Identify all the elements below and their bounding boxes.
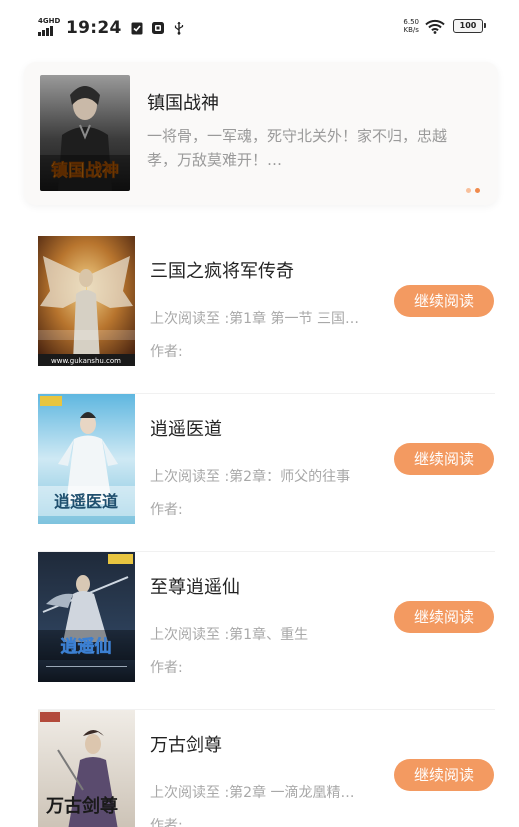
carousel-indicator xyxy=(466,188,480,193)
app-notification-icon xyxy=(151,22,164,34)
list-item[interactable]: 万古剑尊 万古剑尊 上次阅读至 :第2章 一滴龙凰精… 作者: 继续阅读 xyxy=(0,710,519,827)
book-cover[interactable]: www.gukanshu.com xyxy=(38,236,135,366)
carousel-dot-active xyxy=(475,188,480,193)
status-right: 6.50 KB/s 100 xyxy=(403,18,486,34)
network-speed: 6.50 KB/s xyxy=(403,18,419,34)
continue-reading-button[interactable]: 继续阅读 xyxy=(394,759,494,791)
usb-icon xyxy=(174,21,183,35)
book-last-read: 上次阅读至 :第2章 一滴龙凰精… xyxy=(150,785,355,801)
featured-book-cover[interactable]: 镇国战神 xyxy=(40,75,130,191)
book-last-read: 上次阅读至 :第2章：师父的往事 xyxy=(150,469,351,485)
featured-cover-art: 镇国战神 xyxy=(40,75,130,191)
book-author: 作者: xyxy=(150,344,183,360)
book-title[interactable]: 万古剑尊 xyxy=(150,731,222,757)
list-item[interactable]: 逍遥仙 至尊逍遥仙 上次阅读至 :第1章、重生 作者: 继续阅读 xyxy=(0,552,519,710)
featured-book-banner[interactable]: 镇国战神 镇国战神 一将骨，一军魂，死守北关外！家不归，忠越孝，万敌莫难开！… xyxy=(24,62,498,205)
book-cover[interactable]: 逍遥仙 xyxy=(38,552,135,682)
book-cover-title: 万古剑尊 xyxy=(45,795,118,817)
book-cover-site: www.gukanshu.com xyxy=(51,357,121,365)
status-time: 19:24 xyxy=(66,18,122,38)
continue-reading-button[interactable]: 继续阅读 xyxy=(394,601,494,633)
featured-book-title[interactable]: 镇国战神 xyxy=(147,89,219,115)
book-last-read: 上次阅读至 :第1章、重生 xyxy=(150,627,309,643)
featured-cover-title: 镇国战神 xyxy=(51,160,119,181)
book-author: 作者: xyxy=(150,502,183,518)
book-cover-title: 逍遥仙 xyxy=(61,636,112,657)
status-bar: 4GHD 19:24 6.50 KB/s 100 xyxy=(0,0,519,56)
featured-book-description: 一将骨，一军魂，死守北关外！家不归，忠越孝，万敌莫难开！… xyxy=(147,127,448,169)
book-cover-art: 逍遥医道 xyxy=(38,394,135,524)
book-cover-title: 逍遥医道 xyxy=(54,492,118,511)
book-last-read: 上次阅读至 :第1章 第一节 三国… xyxy=(150,311,359,327)
clipboard-check-icon xyxy=(131,22,143,35)
book-cover[interactable]: 万古剑尊 xyxy=(38,710,135,827)
book-author: 作者: xyxy=(150,660,183,676)
wifi-icon xyxy=(425,19,445,34)
book-author: 作者: xyxy=(150,818,183,827)
network-type: 4GHD xyxy=(38,17,61,25)
continue-reading-button[interactable]: 继续阅读 xyxy=(394,443,494,475)
network-speed-value: 6.50 xyxy=(403,18,419,26)
list-item[interactable]: 逍遥医道 逍遥医道 上次阅读至 :第2章：师父的往事 作者: 继续阅读 xyxy=(0,394,519,552)
book-title[interactable]: 三国之疯将军传奇 xyxy=(150,257,294,283)
book-title[interactable]: 至尊逍遥仙 xyxy=(150,573,240,599)
list-item[interactable]: www.gukanshu.com 三国之疯将军传奇 上次阅读至 :第1章 第一节… xyxy=(0,236,519,394)
book-cover-art: www.gukanshu.com xyxy=(38,236,135,366)
book-cover[interactable]: 逍遥医道 xyxy=(38,394,135,524)
book-cover-art: 逍遥仙 xyxy=(38,552,135,682)
book-cover-art: 万古剑尊 xyxy=(38,710,135,827)
network-speed-unit: KB/s xyxy=(403,26,419,34)
carousel-dot xyxy=(466,188,471,193)
continue-reading-button[interactable]: 继续阅读 xyxy=(394,285,494,317)
battery-icon: 100 xyxy=(453,19,486,33)
status-left: 4GHD 19:24 xyxy=(38,17,193,38)
cellular-signal-icon: 4GHD xyxy=(38,17,62,37)
book-title[interactable]: 逍遥医道 xyxy=(150,415,222,441)
